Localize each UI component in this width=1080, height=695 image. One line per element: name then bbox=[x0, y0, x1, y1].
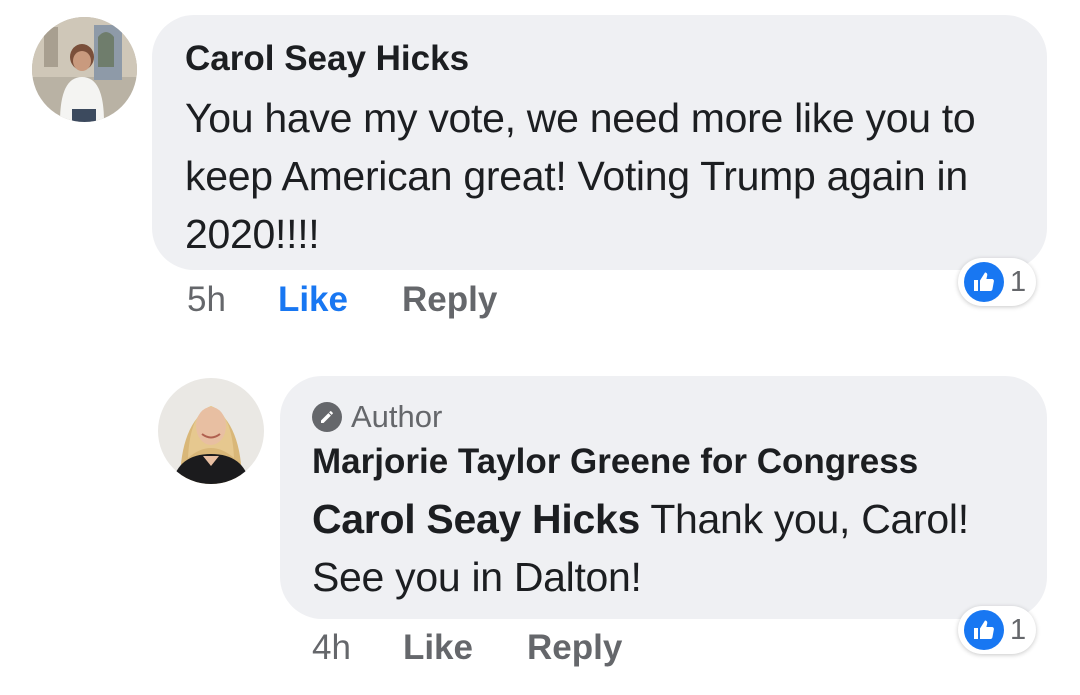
avatar[interactable] bbox=[158, 378, 264, 484]
comment-text: You have my vote, we need more like you … bbox=[185, 95, 976, 257]
profile-photo bbox=[158, 378, 264, 484]
mention-link[interactable]: Carol Seay Hicks bbox=[312, 496, 640, 542]
reply-button[interactable]: Reply bbox=[402, 280, 497, 320]
reaction-count: 1 bbox=[1010, 613, 1027, 646]
profile-photo bbox=[32, 17, 137, 122]
comment-bubble: Carol Seay Hicks You have my vote, we ne… bbox=[152, 15, 1047, 270]
reactions-summary[interactable]: 1 bbox=[958, 606, 1037, 654]
comment-bubble: Author Marjorie Taylor Greene for Congre… bbox=[280, 376, 1047, 619]
comment-author[interactable]: Marjorie Taylor Greene for Congress bbox=[312, 442, 1017, 482]
reaction-count: 1 bbox=[1010, 265, 1027, 298]
avatar[interactable] bbox=[32, 17, 137, 122]
comment-actions: 5h Like Reply bbox=[187, 280, 497, 320]
reply-button[interactable]: Reply bbox=[527, 628, 622, 668]
author-badge-label: Author bbox=[351, 399, 443, 434]
thumbs-up-icon bbox=[964, 262, 1004, 302]
like-button[interactable]: Like bbox=[278, 280, 348, 320]
comment-author[interactable]: Carol Seay Hicks bbox=[185, 39, 1017, 79]
comment-timestamp[interactable]: 4h bbox=[312, 628, 351, 668]
like-button[interactable]: Like bbox=[403, 628, 473, 668]
comment-text: Carol Seay Hicks Thank you, Carol! See y… bbox=[312, 490, 1017, 606]
reactions-summary[interactable]: 1 bbox=[958, 258, 1037, 306]
thumbs-up-icon bbox=[964, 610, 1004, 650]
author-badge: Author bbox=[312, 399, 1017, 434]
pencil-icon bbox=[312, 402, 342, 432]
comment-timestamp[interactable]: 5h bbox=[187, 280, 226, 320]
comment-actions: 4h Like Reply bbox=[312, 628, 622, 668]
